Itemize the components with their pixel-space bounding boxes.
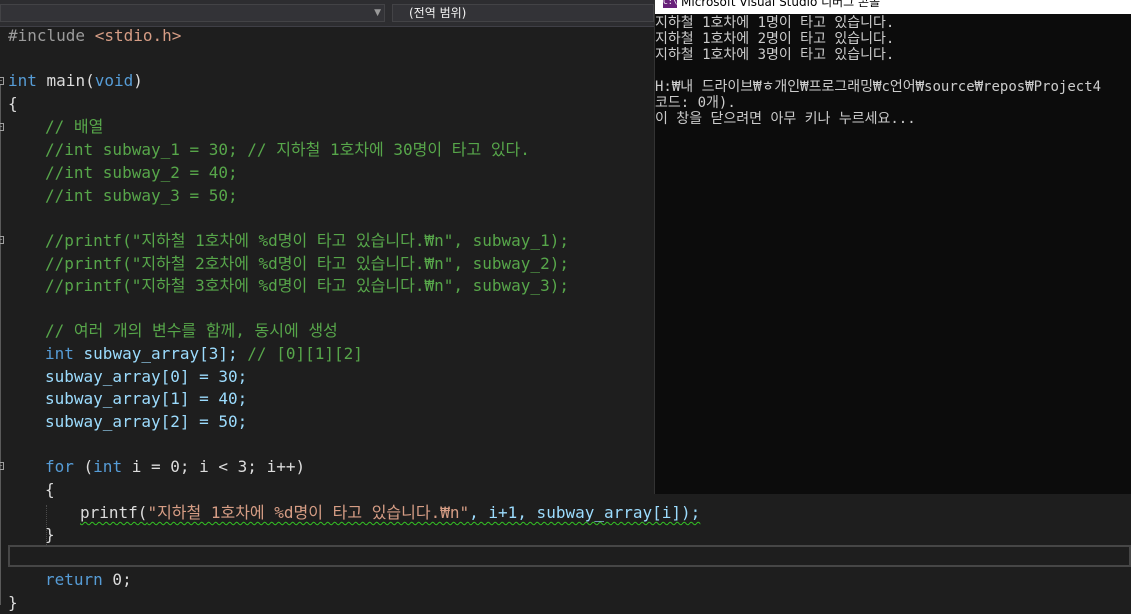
comment-multi-vars: // 여러 개의 변수를 함께, 동시에 생성 [45,321,338,340]
comment-printf-1: //printf("지하철 1호차에 %d명이 타고 있습니다.₩n", sub… [45,231,569,250]
visual-studio-icon: C:\ [663,0,677,8]
console-line: 지하철 1호차에 2명이 타고 있습니다. [655,31,895,47]
collapse-for-icon[interactable]: − [0,462,4,470]
code-line-for: for (int i = 0; i < 3; i++) [45,456,305,478]
for-condition: i = 0; i < 3; i++) [122,457,306,476]
code-line-1: #include <stdio.h> [8,25,181,47]
comment-indexes: // [0][1][2] [247,344,363,363]
paren-close: ) [133,71,143,90]
chevron-down-icon[interactable]: ▼ [374,5,381,21]
keyword-int: int [8,71,37,90]
debug-console-window[interactable]: C:\ Microsoft Visual Studio 디버그 콘솔 지하철 1… [654,0,1131,494]
console-line: 지하철 1호차에 3명이 타고 있습니다. [655,47,895,63]
keyword-int: int [93,457,123,476]
include-file: <stdio.h> [94,26,182,45]
scope-dropdown-value: (전역 범위) [409,6,467,20]
keyword-for: for [45,457,74,476]
printf-call: printf( [80,503,148,522]
current-line-highlight [8,545,1131,567]
console-line: 코드: 0개). [655,95,736,111]
collapse-comment-icon[interactable]: − [0,123,4,131]
console-title-bar[interactable]: C:\ Microsoft Visual Studio 디버그 콘솔 [655,0,1131,14]
comment-printf-2: //printf("지하철 2호차에 %d명이 타고 있습니다.₩n", sub… [45,254,569,273]
comment-subway-1: //int subway_1 = 30; // 지하철 1호차에 30명이 타고… [45,140,530,159]
console-line: H:₩내 드라이브₩ㅎ개인₩프로그래밍₩c언어₩source₩repos₩Pro… [655,79,1102,95]
console-output: 지하철 1호차에 1명이 타고 있습니다. 지하철 1호차에 2명이 타고 있습니… [655,15,1131,127]
comment-subway-2: //int subway_2 = 40; [45,163,238,182]
file-scope-dropdown[interactable]: ▼ [0,4,385,22]
array-declaration: subway_array[3]; [73,344,248,363]
comment-printf-3: //printf("지하철 3호차에 %d명이 타고 있습니다.₩n", sub… [45,276,569,295]
console-line: 이 창을 닫으려면 아무 키나 누르세요... [655,111,916,127]
keyword-int: int [45,344,74,363]
scope-dropdown[interactable]: (전역 범위) [392,4,654,22]
code-line-return: return 0; [45,569,132,591]
code-line-declare: int subway_array[3]; // [0][1][2] [45,343,363,365]
printf-format-string: "지하철 1호차에 %d명이 타고 있습니다.₩n" [147,503,470,522]
keyword-return: return [45,570,103,589]
code-line-assign-1: subway_array[1] = 40; [45,389,248,408]
fold-guide-line [0,85,1,605]
code-line-printf: printf("지하철 1호차에 %d명이 타고 있습니다.₩n", i+1, … [80,502,700,524]
fold-gutter: − − − − [0,27,8,607]
function-name: main( [36,71,95,90]
comment-array: // 배열 [45,117,104,136]
code-line-inner-close: } [45,525,55,544]
keyword-void: void [94,71,134,90]
code-line-assign-2: subway_array[2] = 50; [45,412,248,431]
return-value: 0; [102,570,132,589]
collapse-main-icon[interactable]: − [0,77,4,85]
code-line-brace-close: } [8,593,18,612]
for-open-paren: ( [73,457,94,476]
console-line: 지하철 1호차에 1명이 타고 있습니다. [655,15,895,31]
printf-args: , i+1, subway_array[i]); [469,503,701,522]
code-line-main: int main(void) [8,70,143,92]
include-directive: #include [8,26,95,45]
code-line-brace-open: { [8,94,18,113]
console-title: Microsoft Visual Studio 디버그 콘솔 [681,0,881,9]
code-line-assign-0: subway_array[0] = 30; [45,367,248,386]
comment-subway-3: //int subway_3 = 50; [45,186,238,205]
code-line-inner-open: { [45,480,55,499]
collapse-comment-icon[interactable]: − [0,236,4,244]
